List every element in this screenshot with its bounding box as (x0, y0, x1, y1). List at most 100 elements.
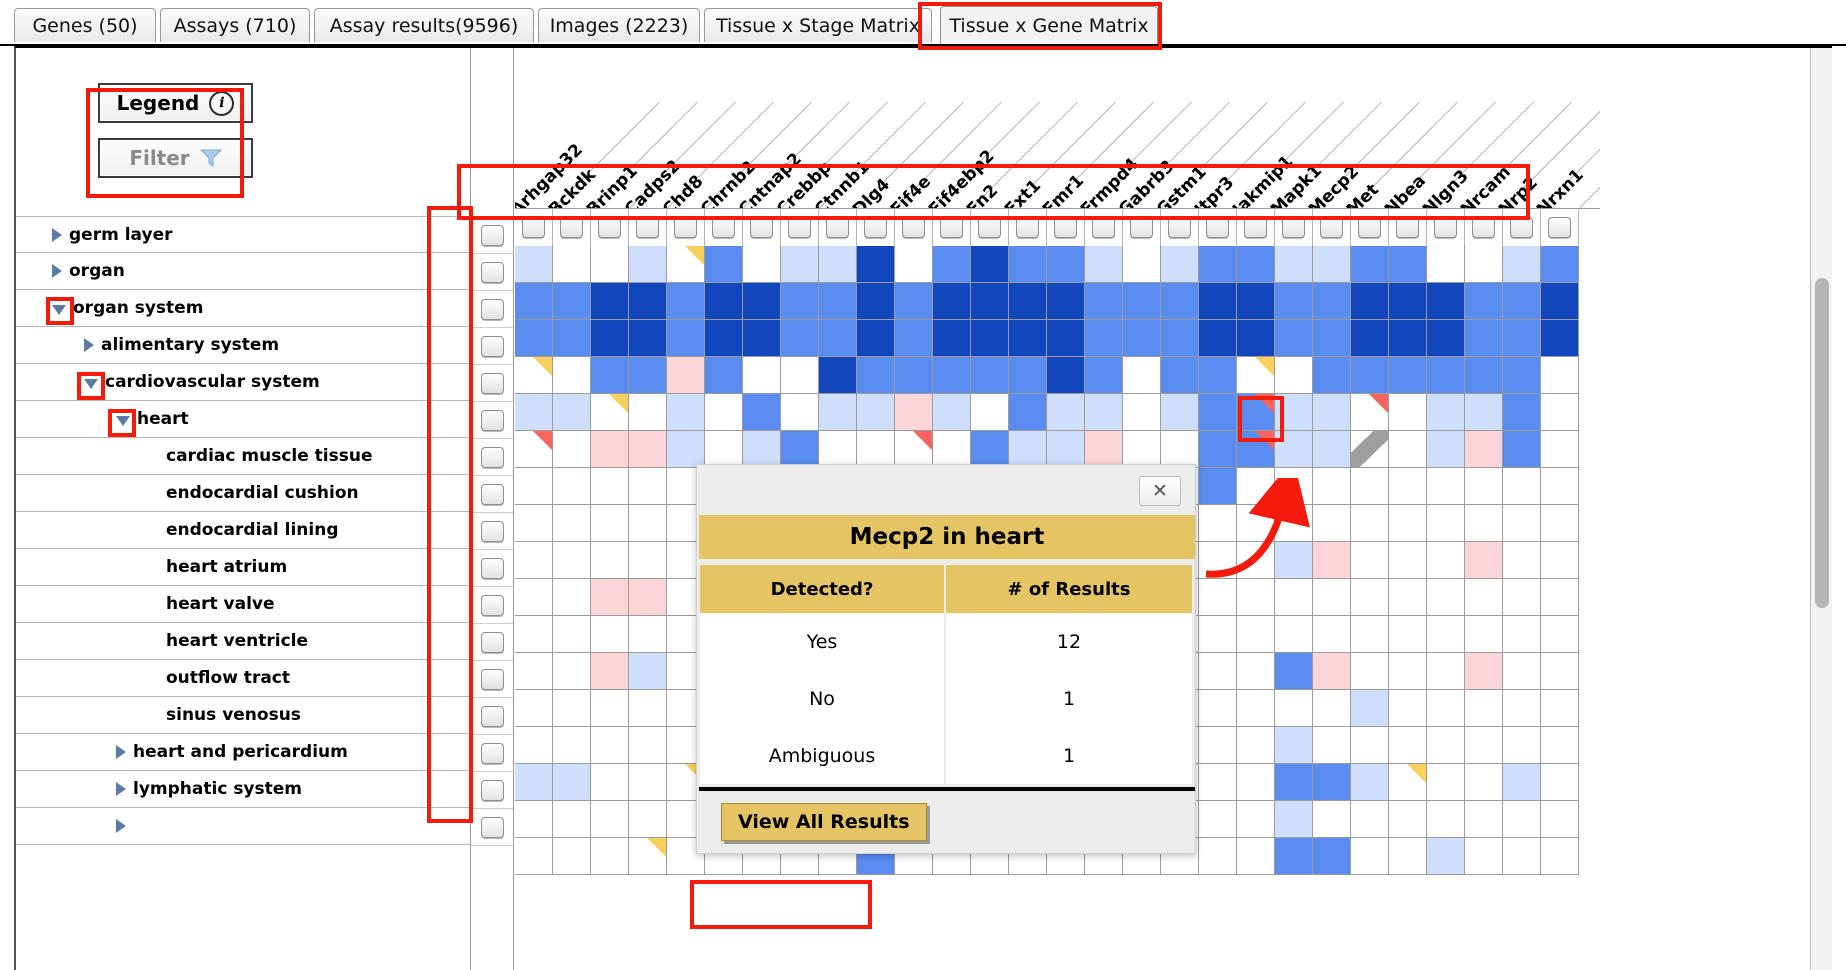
matrix-cell[interactable] (591, 579, 629, 616)
matrix-cell[interactable] (1389, 764, 1427, 801)
matrix-cell[interactable] (781, 357, 819, 394)
matrix-cell[interactable] (1237, 468, 1275, 505)
tab-tissue-x-stage-matrix[interactable]: Tissue x Stage Matrix (704, 8, 932, 42)
matrix-cell[interactable] (819, 320, 857, 357)
matrix-cell[interactable] (971, 431, 1009, 468)
matrix-cell[interactable] (1275, 616, 1313, 653)
matrix-cell[interactable] (781, 320, 819, 357)
matrix-cell[interactable] (1427, 542, 1465, 579)
matrix-cell[interactable] (553, 431, 591, 468)
column-checkbox[interactable] (1396, 217, 1419, 238)
matrix-cell[interactable] (933, 283, 971, 320)
matrix-cell[interactable] (629, 764, 667, 801)
matrix-cell[interactable] (1465, 616, 1503, 653)
chevron-right-icon[interactable] (52, 264, 62, 278)
matrix-cell[interactable] (553, 616, 591, 653)
matrix-cell[interactable] (819, 246, 857, 283)
matrix-cell[interactable] (553, 246, 591, 283)
matrix-cell[interactable] (1503, 690, 1541, 727)
matrix-cell[interactable] (1389, 357, 1427, 394)
matrix-cell[interactable] (553, 764, 591, 801)
matrix-cell[interactable] (515, 579, 553, 616)
matrix-cell[interactable] (1313, 468, 1351, 505)
matrix-cell[interactable] (1047, 394, 1085, 431)
matrix-cell[interactable] (1351, 690, 1389, 727)
matrix-cell[interactable] (1503, 838, 1541, 875)
matrix-cell[interactable] (1237, 246, 1275, 283)
matrix-cell[interactable] (895, 320, 933, 357)
matrix-cell[interactable] (1541, 653, 1579, 690)
matrix-cell[interactable] (933, 431, 971, 468)
matrix-cell[interactable] (1541, 542, 1579, 579)
matrix-cell[interactable] (1465, 727, 1503, 764)
column-checkbox[interactable] (1054, 217, 1077, 238)
matrix-cell[interactable] (1389, 727, 1427, 764)
column-checkbox[interactable] (1472, 217, 1495, 238)
matrix-cell[interactable] (1389, 394, 1427, 431)
tab-genes-50[interactable]: Genes (50) (14, 8, 156, 42)
matrix-cell[interactable] (1123, 320, 1161, 357)
matrix-cell[interactable] (1313, 579, 1351, 616)
matrix-cell[interactable] (1503, 246, 1541, 283)
column-checkbox[interactable] (1168, 217, 1191, 238)
matrix-cell[interactable] (1465, 579, 1503, 616)
matrix-cell[interactable] (591, 283, 629, 320)
row-checkbox[interactable] (480, 261, 504, 283)
matrix-cell[interactable] (1389, 468, 1427, 505)
matrix-cell[interactable] (1047, 283, 1085, 320)
matrix-cell[interactable] (1275, 542, 1313, 579)
matrix-cell[interactable] (1047, 246, 1085, 283)
matrix-cell[interactable] (1085, 320, 1123, 357)
matrix-cell[interactable] (1427, 801, 1465, 838)
matrix-cell[interactable] (1275, 579, 1313, 616)
matrix-cell[interactable] (743, 431, 781, 468)
matrix-cell[interactable] (1009, 357, 1047, 394)
matrix-cell[interactable] (1161, 283, 1199, 320)
matrix-cell[interactable] (1275, 505, 1313, 542)
matrix-cell[interactable] (591, 542, 629, 579)
matrix-cell[interactable] (629, 468, 667, 505)
matrix-cell[interactable] (1237, 653, 1275, 690)
matrix-cell[interactable] (1123, 357, 1161, 394)
matrix-cell[interactable] (1541, 246, 1579, 283)
tissue-row[interactable]: endocardial lining (16, 512, 470, 549)
column-checkbox[interactable] (1092, 217, 1115, 238)
matrix-cell[interactable] (1085, 246, 1123, 283)
matrix-cell[interactable] (553, 653, 591, 690)
matrix-cell[interactable] (1389, 838, 1427, 875)
matrix-cell[interactable] (1503, 505, 1541, 542)
matrix-cell[interactable] (1541, 283, 1579, 320)
matrix-cell[interactable] (515, 801, 553, 838)
matrix-cell[interactable] (1351, 727, 1389, 764)
chevron-right-icon[interactable] (116, 819, 126, 833)
matrix-cell[interactable] (857, 246, 895, 283)
matrix-cell[interactable] (667, 283, 705, 320)
matrix-cell[interactable] (1351, 394, 1389, 431)
matrix-cell[interactable] (1427, 764, 1465, 801)
matrix-cell[interactable] (1427, 653, 1465, 690)
matrix-cell[interactable] (515, 653, 553, 690)
matrix-cell[interactable] (1009, 394, 1047, 431)
matrix-cell[interactable] (1047, 431, 1085, 468)
matrix-cell[interactable] (1199, 283, 1237, 320)
matrix-cell[interactable] (1503, 616, 1541, 653)
matrix-cell[interactable] (1275, 431, 1313, 468)
matrix-cell[interactable] (1503, 468, 1541, 505)
tissue-row[interactable]: cardiac muscle tissue (16, 438, 470, 475)
matrix-cell[interactable] (1351, 505, 1389, 542)
matrix-cell[interactable] (667, 320, 705, 357)
matrix-cell[interactable] (1427, 394, 1465, 431)
matrix-cell[interactable] (1237, 357, 1275, 394)
matrix-cell[interactable] (1313, 653, 1351, 690)
column-checkbox[interactable] (1434, 217, 1457, 238)
column-checkbox[interactable] (1510, 217, 1533, 238)
matrix-cell[interactable] (743, 246, 781, 283)
column-checkbox[interactable] (1206, 217, 1229, 238)
matrix-cell[interactable] (1427, 246, 1465, 283)
matrix-cell[interactable] (857, 320, 895, 357)
tissue-row[interactable]: heart and pericardium (16, 734, 470, 771)
matrix-cell[interactable] (1427, 690, 1465, 727)
chevron-down-icon[interactable] (52, 304, 66, 315)
matrix-cell[interactable] (781, 283, 819, 320)
matrix-cell[interactable] (1047, 320, 1085, 357)
